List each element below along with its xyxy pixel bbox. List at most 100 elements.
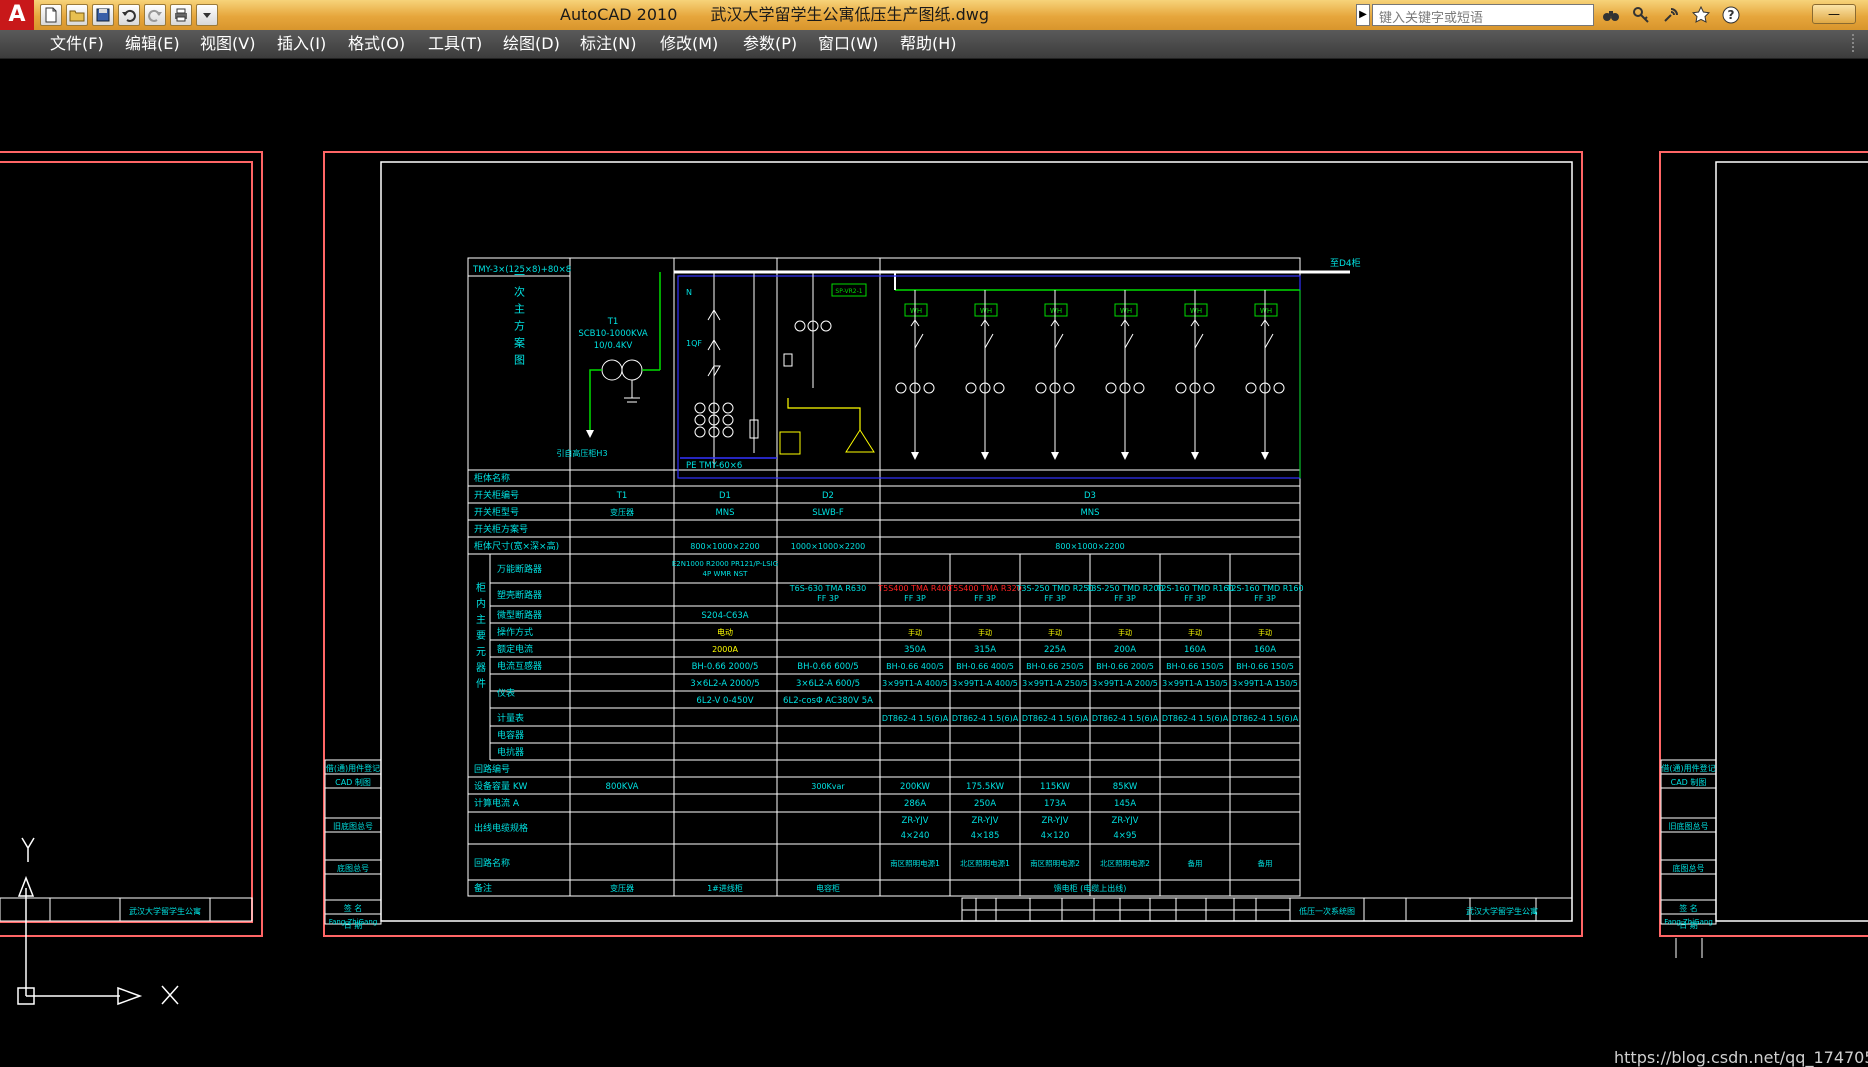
autocad-logo-icon[interactable]: A	[0, 0, 34, 30]
key-icon	[1633, 7, 1649, 23]
transformer-winding-1	[601, 359, 623, 381]
table-cell-text: T3S-250 TMD R200	[1085, 584, 1163, 593]
ct-coil-icon	[694, 414, 706, 426]
app-name: AutoCAD 2010	[560, 5, 678, 24]
table-cell-text: DT862-4 1.5(6)A	[1092, 714, 1159, 723]
table-cell-text: BH-0.66 2000/5	[692, 662, 759, 672]
table-cell-text: D3	[1084, 491, 1096, 501]
table-cell-text: 3×6L2-A 600/5	[796, 679, 860, 689]
table-cell-text: DT862-4 1.5(6)A	[1022, 714, 1089, 723]
table-cell-text: 万能断路器	[497, 563, 542, 575]
menu-grip-handle[interactable]	[1852, 34, 1860, 52]
redo-button[interactable]	[144, 4, 166, 26]
save-button[interactable]	[92, 4, 114, 26]
pe-bus-label: PE TMY-60×6	[686, 461, 742, 471]
table-cell-text: T1	[616, 491, 628, 501]
table-cell-text: FF 3P	[1254, 594, 1276, 603]
side-strip-label: 借(通)用件登记	[1661, 763, 1715, 773]
incoming-arrow-icon	[586, 430, 594, 438]
table-cell-text: 电容器	[497, 729, 524, 741]
inner-group-label: 柜内主要元器件	[474, 581, 486, 694]
menu-view[interactable]: 视图(V)	[200, 30, 255, 58]
new-file-button[interactable]	[40, 4, 62, 26]
menu-file[interactable]: 文件(F)	[50, 30, 104, 58]
feeder-breaker-symbol	[1050, 319, 1064, 349]
drawing-canvas[interactable]: TMY-3×(125×8)+80×8 一次主方案图 柜体名称 开关柜编号 开关柜型号 开关…	[0, 58, 1868, 1067]
table-cell-text: 3×99T1-A 400/5	[952, 679, 1018, 688]
menu-help[interactable]: 帮助(H)	[900, 30, 957, 58]
n-bus-label: N	[686, 288, 692, 297]
new-file-icon	[45, 7, 57, 23]
title-block: 低压一次系统图 武汉大学留学生公寓 武汉大学留学生公寓	[0, 897, 1703, 958]
feeder-arrow-icon	[1261, 452, 1269, 460]
transformer-model-text: SCB10-1000KVA	[578, 329, 648, 339]
infocenter-expand-button[interactable]: ▶	[1356, 4, 1370, 26]
menu-window[interactable]: 窗口(W)	[818, 30, 878, 58]
subscription-center-button[interactable]	[1630, 4, 1652, 26]
table-cell-text: ZR-YJV	[1042, 816, 1069, 826]
table-cell-text: FF 3P	[817, 594, 839, 603]
qat-dropdown-button[interactable]	[196, 4, 218, 26]
table-cell-text: 电流互感器	[497, 660, 542, 672]
table-cell-text: SLWB-F	[812, 508, 844, 518]
infocenter-tools: ?	[1600, 4, 1742, 26]
wh-label-text: WH	[980, 307, 992, 315]
table-cell-text: 3×99T1-A 250/5	[1022, 679, 1088, 688]
menu-parametric[interactable]: 参数(P)	[743, 30, 797, 58]
ct-coil-icon	[722, 402, 734, 414]
table-cell-text: 出线电缆规格	[474, 822, 528, 834]
table-cell-text: 北区照明电源1	[960, 858, 1010, 868]
menu-dimension[interactable]: 标注(N)	[580, 30, 636, 58]
table-cell-text: ZR-YJV	[1112, 816, 1139, 826]
single-line-diagram: 至D4柜 T1 SCB10-1000KVA 10/0.4KV 引自高压柜H3 N 1QF PE…	[556, 257, 1361, 479]
table-cell-text: 200A	[1114, 645, 1136, 655]
menu-bar: 文件(F) 编辑(E) 视图(V) 插入(I) 格式(O) 工具(T) 绘图(D…	[0, 30, 1868, 59]
communication-center-button[interactable]	[1660, 4, 1682, 26]
reactor-delta-icon	[845, 429, 875, 453]
menu-format[interactable]: 格式(O)	[348, 30, 405, 58]
ct-coil-icon	[1105, 382, 1117, 394]
table-cell-text: 160A	[1254, 645, 1276, 655]
drawing-svg[interactable]: TMY-3×(125×8)+80×8一次主方案图柜体名称开关柜编号开关柜型号开关…	[0, 58, 1868, 1018]
feeder-breaker-symbol	[980, 319, 994, 349]
table-cell-text: DT862-4 1.5(6)A	[882, 714, 949, 723]
table-cell-text: 800×1000×2200	[690, 542, 759, 551]
ct-coil-icon	[1203, 382, 1215, 394]
side-strip-label: 签 名	[344, 903, 363, 913]
ct-coil-icon	[794, 320, 806, 332]
table-cell-text: MNS	[1080, 508, 1099, 518]
wh-label-text: WH	[910, 307, 922, 315]
table-cell-text: 手动	[908, 628, 922, 637]
menu-insert[interactable]: 插入(I)	[277, 30, 326, 58]
table-cell-text: 回路编号	[474, 763, 510, 775]
menu-tools[interactable]: 工具(T)	[428, 30, 482, 58]
menu-draw[interactable]: 绘图(D)	[503, 30, 560, 58]
signature-text: Fang ZhiGang	[1664, 918, 1713, 926]
feeder-breaker-symbol	[1260, 319, 1274, 349]
transformer-name-text: T1	[607, 317, 619, 327]
table-cell-text: T2S-160 TMD R160	[1155, 584, 1233, 593]
sp-label-text: SP-VR2-1	[835, 288, 862, 295]
table-cell-text: 6L2-cosΦ AC380V 5A	[783, 696, 873, 706]
table-cell-text: T5S400 TMA R400	[877, 584, 952, 593]
infocenter-search-input[interactable]: 键入关键字或短语	[1372, 4, 1594, 26]
side-strip-label: CAD 制图	[1671, 777, 1707, 787]
menu-modify[interactable]: 修改(M)	[660, 30, 718, 58]
left-sheet-frame	[0, 151, 263, 937]
favorites-button[interactable]	[1690, 4, 1712, 26]
ct-coil-icon	[1273, 382, 1285, 394]
left-title-block-project: 武汉大学留学生公寓	[129, 906, 201, 916]
table-texts: TMY-3×(125×8)+80×8一次主方案图柜体名称开关柜编号开关柜型号开关…	[472, 265, 1304, 894]
help-button[interactable]: ?	[1720, 4, 1742, 26]
open-file-button[interactable]	[66, 4, 88, 26]
ct-coil-icon	[694, 402, 706, 414]
plot-button[interactable]	[170, 4, 192, 26]
feeder-arrow-icon	[1191, 452, 1199, 460]
chevron-down-icon	[203, 13, 211, 18]
ct-coil-icon	[993, 382, 1005, 394]
table-cell-text: BH-0.66 250/5	[1026, 662, 1084, 671]
undo-button[interactable]	[118, 4, 140, 26]
menu-edit[interactable]: 编辑(E)	[125, 30, 180, 58]
binoculars-search-button[interactable]	[1600, 4, 1622, 26]
minimize-button[interactable]: —	[1812, 4, 1856, 24]
